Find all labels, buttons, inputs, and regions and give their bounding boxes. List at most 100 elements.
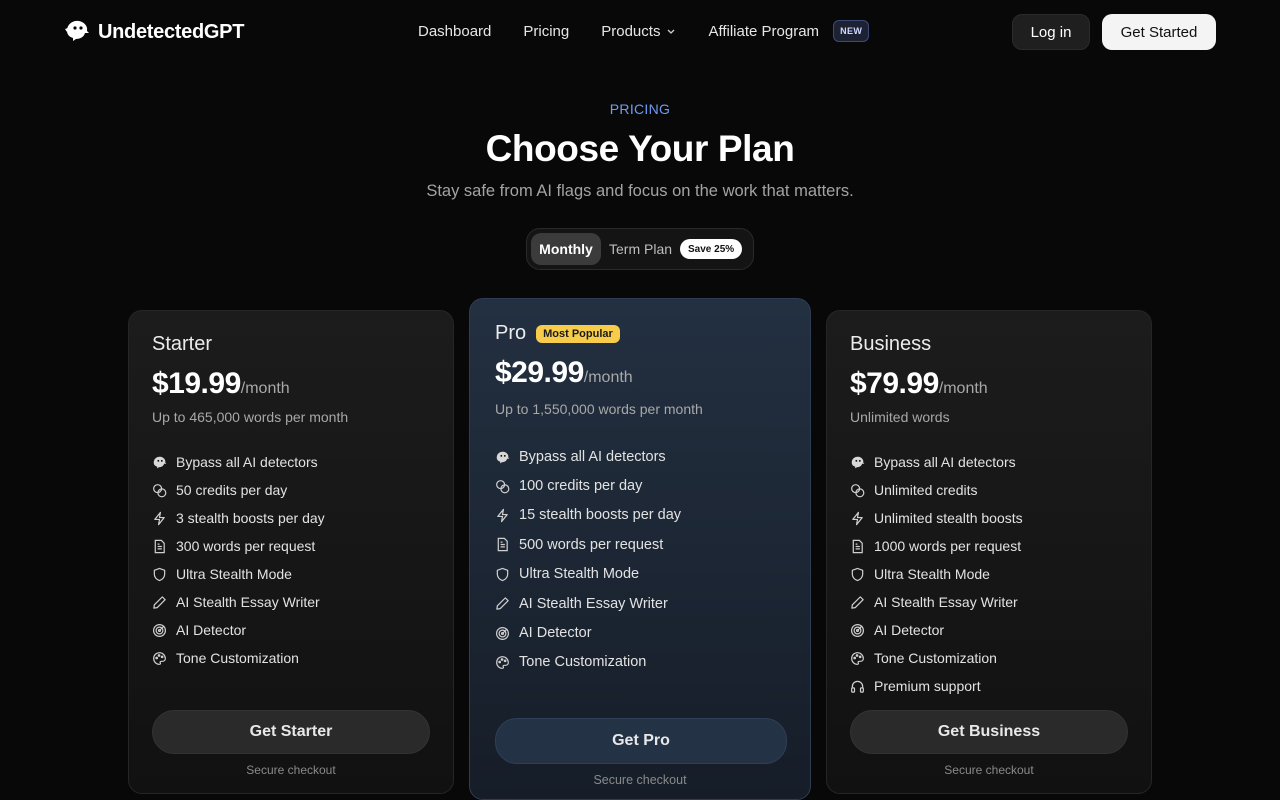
feature-item: Ultra Stealth Mode — [495, 560, 681, 589]
feature-text: 300 words per request — [176, 538, 316, 554]
feature-text: Ultra Stealth Mode — [874, 566, 990, 582]
page-title: Choose Your Plan — [485, 128, 795, 169]
nav-link-pricing[interactable]: Pricing — [523, 23, 569, 40]
feature-item: Tone Customization — [495, 648, 681, 677]
nav-links: Dashboard Pricing Products Affiliate Pro… — [418, 20, 870, 42]
feature-text: 100 credits per day — [519, 478, 643, 495]
feature-item: Bypass all AI detectors — [152, 448, 325, 476]
chevron-down-icon — [666, 23, 676, 40]
feature-item: Unlimited stealth boosts — [850, 504, 1023, 532]
feature-text: AI Detector — [519, 625, 592, 642]
secure-checkout-note: Secure checkout — [944, 763, 1034, 777]
feature-text: Tone Customization — [176, 650, 299, 666]
feature-text: Tone Customization — [519, 654, 647, 671]
top-nav: UndetectedGPT Dashboard Pricing Products… — [0, 0, 1280, 64]
get-pro-button[interactable]: Get Pro — [495, 718, 787, 764]
feature-text: Premium support — [874, 678, 981, 694]
pricing-eyebrow: PRICING — [609, 101, 671, 117]
nav-link-dashboard[interactable]: Dashboard — [418, 23, 491, 40]
nav-link-products[interactable]: Products — [601, 23, 676, 40]
price-period: /month — [583, 369, 633, 386]
feature-item: AI Detector — [495, 618, 681, 647]
feature-text: 3 stealth boosts per day — [176, 510, 325, 526]
palette-icon — [495, 655, 510, 670]
feature-item: Bypass all AI detectors — [495, 442, 681, 471]
feature-item: Ultra Stealth Mode — [152, 560, 325, 588]
feature-item: AI Stealth Essay Writer — [850, 588, 1023, 616]
bypass-icon — [152, 455, 167, 470]
plan-words: Up to 1,550,000 words per month — [495, 401, 703, 417]
toggle-term-plan[interactable]: Term Plan — [609, 241, 672, 257]
radar-icon — [850, 623, 865, 638]
feature-list: Bypass all AI detectors 100 credits per d… — [495, 442, 681, 677]
pen-icon — [152, 595, 167, 610]
palette-icon — [152, 651, 167, 666]
brand-logo[interactable]: UndetectedGPT — [64, 19, 244, 46]
price-amount: $29.99 — [495, 356, 584, 389]
price-amount: $19.99 — [152, 367, 241, 400]
feature-item: AI Stealth Essay Writer — [495, 589, 681, 618]
pen-icon — [495, 596, 510, 611]
document-icon — [495, 537, 510, 552]
credits-icon — [495, 479, 510, 494]
shield-icon — [495, 567, 510, 582]
lightning-icon — [850, 511, 865, 526]
feature-text: 1000 words per request — [874, 538, 1022, 554]
plan-card-starter: Starter $19.99 /month Up to 465,000 word… — [128, 310, 454, 794]
get-business-button[interactable]: Get Business — [850, 710, 1128, 754]
palette-icon — [850, 651, 865, 666]
nav-link-products-label: Products — [601, 22, 661, 40]
feature-item: 1000 words per request — [850, 532, 1023, 560]
feature-item: 3 stealth boosts per day — [152, 504, 325, 532]
get-started-button[interactable]: Get Started — [1102, 14, 1216, 50]
plan-words: Unlimited words — [850, 409, 950, 425]
shield-icon — [850, 567, 865, 582]
feature-text: AI Stealth Essay Writer — [176, 594, 320, 610]
secure-checkout-note: Secure checkout — [593, 773, 687, 787]
feature-text: AI Stealth Essay Writer — [874, 594, 1018, 610]
feature-text: Bypass all AI detectors — [519, 448, 666, 465]
feature-list: Bypass all AI detectors Unlimited credits… — [850, 448, 1023, 700]
plan-name: Business — [850, 333, 932, 355]
radar-icon — [495, 626, 510, 641]
feature-text: 50 credits per day — [176, 482, 288, 498]
bypass-icon — [495, 449, 510, 464]
shield-icon — [152, 567, 167, 582]
feature-item: 100 credits per day — [495, 471, 681, 500]
most-popular-badge: Most Popular — [536, 324, 620, 343]
ghost-logo-icon — [64, 19, 90, 46]
plan-name-row: Pro Most Popular — [495, 322, 620, 345]
credits-icon — [152, 483, 167, 498]
price-amount: $79.99 — [850, 367, 939, 400]
radar-icon — [152, 623, 167, 638]
new-badge: NEW — [833, 20, 870, 42]
page-subtitle: Stay safe from AI flags and focus on the… — [426, 182, 854, 200]
feature-text: Unlimited credits — [874, 482, 978, 498]
feature-item: Ultra Stealth Mode — [850, 560, 1023, 588]
get-starter-button[interactable]: Get Starter — [152, 710, 430, 754]
login-button[interactable]: Log in — [1012, 14, 1090, 50]
feature-item: AI Detector — [152, 616, 325, 644]
nav-link-affiliate[interactable]: Affiliate Program NEW — [708, 20, 870, 42]
feature-text: AI Detector — [176, 622, 247, 638]
bypass-icon — [850, 455, 865, 470]
plan-words: Up to 465,000 words per month — [152, 409, 349, 425]
lightning-icon — [152, 511, 167, 526]
plan-name: Starter — [152, 333, 213, 355]
feature-text: Ultra Stealth Mode — [176, 566, 292, 582]
document-icon — [850, 539, 865, 554]
feature-text: 500 words per request — [519, 536, 664, 553]
feature-text: Ultra Stealth Mode — [519, 566, 640, 583]
feature-item: Tone Customization — [850, 644, 1023, 672]
feature-text: Unlimited stealth boosts — [874, 510, 1023, 526]
feature-item: AI Detector — [850, 616, 1023, 644]
billing-toggle: Monthly Term Plan Save 25% — [526, 228, 754, 270]
credits-icon — [850, 483, 865, 498]
pen-icon — [850, 595, 865, 610]
plan-name: Pro — [495, 322, 527, 344]
feature-text: AI Detector — [874, 622, 945, 638]
toggle-monthly[interactable]: Monthly — [531, 233, 601, 265]
lightning-icon — [495, 508, 510, 523]
feature-item: 15 stealth boosts per day — [495, 501, 681, 530]
plan-card-pro: Pro Most Popular $29.99 /month Up to 1,5… — [469, 298, 811, 800]
